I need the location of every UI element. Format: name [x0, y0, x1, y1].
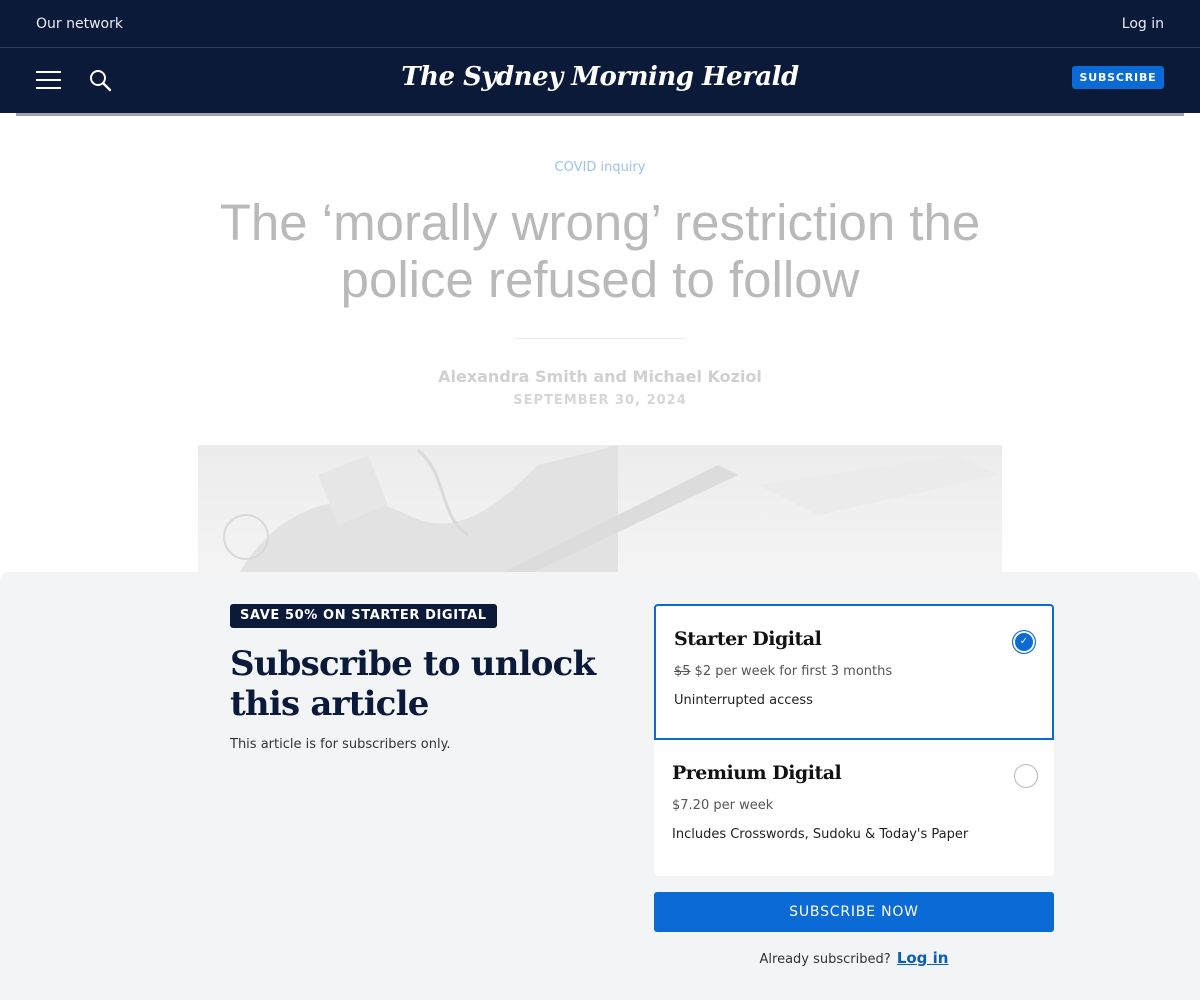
plan-price: $7.20 per week [672, 798, 774, 813]
plan-name: Premium Digital [672, 762, 842, 784]
paywall-login-link[interactable]: Log in [897, 949, 949, 967]
article-category-link[interactable]: COVID inquiry [0, 160, 1200, 175]
promo-badge: SAVE 50% ON STARTER DIGITAL [230, 604, 497, 628]
subscribe-now-button[interactable]: SUBSCRIBE NOW [654, 892, 1054, 932]
plan-starter-digital[interactable]: Starter Digital $5 $2 per week for first … [654, 604, 1054, 740]
plan-price: $5 $2 per week for first 3 months [674, 664, 1034, 679]
network-bar: Our network Log in [0, 0, 1200, 48]
plan-options: Starter Digital $5 $2 per week for first … [654, 604, 1054, 876]
site-logo[interactable]: The Sydney Morning Herald [0, 62, 1200, 92]
headline-divider [515, 338, 685, 339]
article-byline[interactable]: Alexandra Smith and Michael Koziol [0, 367, 1200, 386]
login-link[interactable]: Log in [1122, 16, 1164, 32]
reading-progress-bar [16, 113, 1184, 116]
plan-radio-selected[interactable]: ✓ [1012, 630, 1036, 654]
already-subscribed-text: Already subscribed? [759, 952, 891, 967]
paywall-subtitle: This article is for subscribers only. [230, 737, 451, 752]
plan-premium-digital[interactable]: Premium Digital $7.20 per week Includes … [654, 740, 1054, 876]
plan-description: Uninterrupted access [674, 693, 813, 708]
our-network-link[interactable]: Our network [36, 16, 123, 32]
paywall-panel: SAVE 50% ON STARTER DIGITAL Subscribe to… [0, 572, 1200, 1000]
plan-radio-unselected[interactable] [1014, 764, 1038, 788]
already-subscribed: Already subscribed? Log in [654, 949, 1054, 967]
article-hero-image [198, 445, 1002, 575]
plan-new-price: $2 per week for first 3 months [694, 664, 893, 679]
plan-description: Includes Crosswords, Sudoku & Today's Pa… [672, 827, 969, 842]
checkmark-icon: ✓ [1019, 636, 1029, 647]
article-date: SEPTEMBER 30, 2024 [513, 393, 687, 408]
masthead: The Sydney Morning Herald SUBSCRIBE [0, 48, 1200, 113]
plan-name: Starter Digital [674, 628, 822, 650]
subscribe-button[interactable]: SUBSCRIBE [1072, 66, 1164, 89]
article-headline: The ‘morally wrong’ restriction the poli… [219, 194, 981, 308]
plan-old-price: $5 [674, 664, 691, 679]
paywall-title: Subscribe to unlock this article [230, 644, 596, 724]
